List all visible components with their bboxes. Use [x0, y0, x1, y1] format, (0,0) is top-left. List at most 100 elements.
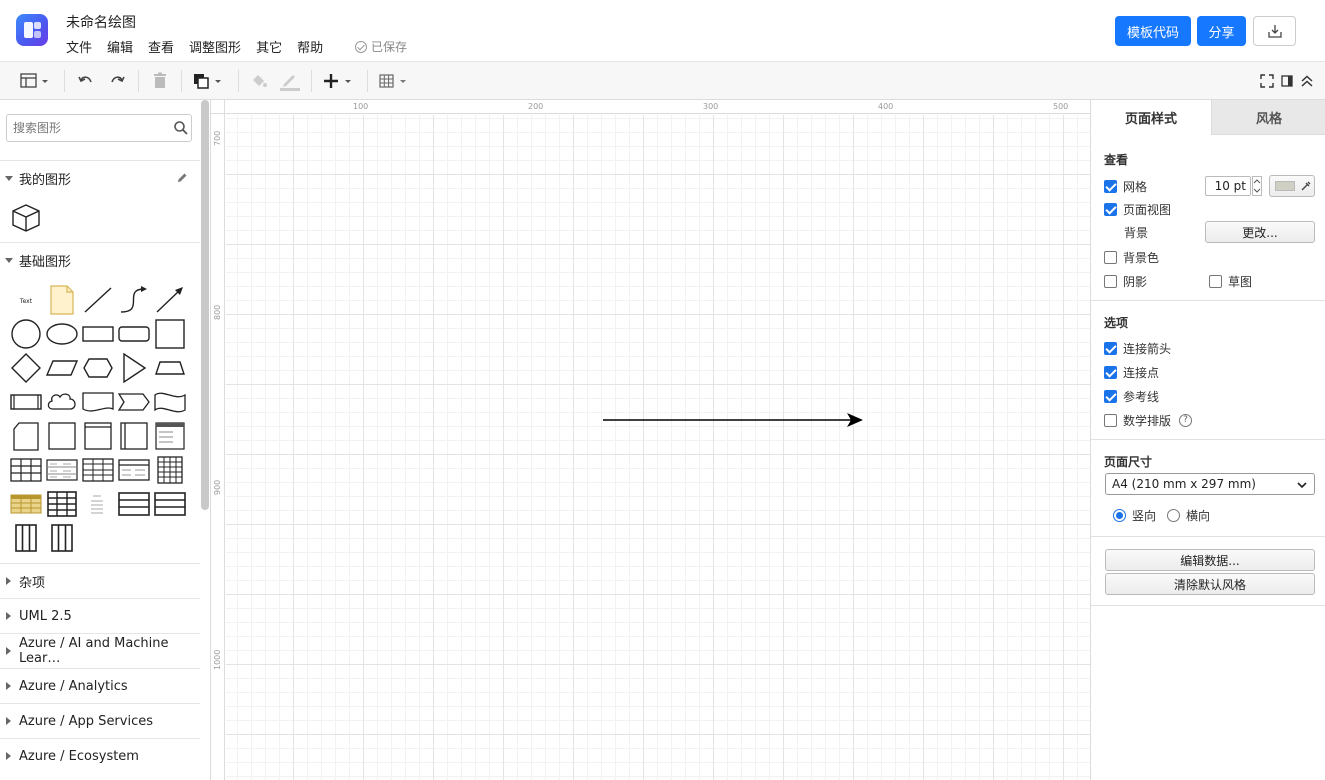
section-azure-analytics[interactable]: Azure / Analytics	[0, 668, 200, 703]
arrow-connector[interactable]	[601, 410, 865, 430]
custom-shape-cube[interactable]	[9, 202, 43, 234]
shape-ellipse[interactable]	[45, 318, 79, 350]
shape-diamond[interactable]	[9, 352, 43, 384]
section-basic-shapes[interactable]: 基础图形	[0, 242, 200, 277]
tab-page-style[interactable]: 页面样式	[1091, 100, 1211, 135]
search-input[interactable]	[7, 115, 167, 141]
shape-triangle[interactable]	[117, 352, 151, 384]
shape-list[interactable]	[153, 420, 187, 452]
menu-extras[interactable]: 其它	[256, 37, 282, 56]
collapse-header-button[interactable]	[1299, 71, 1315, 91]
insert-button[interactable]	[321, 71, 357, 91]
redo-button[interactable]	[107, 71, 127, 91]
shape-columns-table[interactable]	[9, 522, 43, 554]
connect-points-option[interactable]: 连接点	[1104, 364, 1159, 380]
sketch-option[interactable]: 草图	[1209, 273, 1252, 289]
shape-rows-table-2[interactable]	[153, 488, 187, 520]
line-color-button[interactable]	[278, 71, 302, 91]
shape-table-2[interactable]	[45, 454, 79, 486]
tab-style[interactable]: 风格	[1211, 100, 1325, 135]
grid-color-button[interactable]	[1269, 175, 1315, 197]
shape-trapezoid[interactable]	[153, 352, 187, 384]
diagram-canvas[interactable]: 100 200 300 400 500 700 800 900 1000	[211, 100, 1090, 780]
template-code-button[interactable]: 模板代码	[1115, 16, 1191, 46]
shape-table[interactable]	[9, 454, 43, 486]
landscape-option[interactable]: 横向	[1167, 507, 1210, 523]
edit-data-button[interactable]: 编辑数据...	[1105, 549, 1315, 571]
edit-pencil-icon[interactable]	[176, 172, 188, 184]
math-option[interactable]: 数学排版 ?	[1104, 412, 1193, 428]
shape-process[interactable]	[9, 386, 43, 418]
shape-grid-table[interactable]	[81, 454, 115, 486]
shape-text-list[interactable]	[81, 488, 115, 520]
shape-card[interactable]	[9, 420, 43, 452]
shape-parallelogram[interactable]	[45, 352, 79, 384]
shadow-checkbox[interactable]	[1104, 274, 1117, 288]
shape-document[interactable]	[81, 386, 115, 418]
section-azure-ai[interactable]: Azure / AI and Machine Lear…	[0, 633, 200, 668]
shape-curve[interactable]	[117, 284, 151, 316]
to-front-button[interactable]	[191, 71, 227, 91]
menu-help[interactable]: 帮助	[297, 37, 323, 56]
portrait-radio[interactable]	[1113, 508, 1126, 522]
fullscreen-button[interactable]	[1259, 71, 1275, 91]
section-misc[interactable]: 杂项	[0, 563, 200, 598]
section-azure-ecosystem[interactable]: Azure / Ecosystem	[0, 738, 200, 773]
help-icon[interactable]: ?	[1179, 413, 1193, 427]
sketch-checkbox[interactable]	[1209, 274, 1222, 288]
menu-edit[interactable]: 编辑	[107, 37, 133, 56]
shape-arrow-line[interactable]	[153, 284, 187, 316]
format-panel-toggle[interactable]	[1279, 71, 1295, 91]
connect-arrows-checkbox[interactable]	[1104, 341, 1117, 355]
shape-bold-table[interactable]	[45, 488, 79, 520]
table-button[interactable]	[377, 71, 411, 91]
portrait-option[interactable]: 竖向	[1113, 507, 1156, 523]
shape-window-table[interactable]	[117, 454, 151, 486]
connect-points-checkbox[interactable]	[1104, 365, 1117, 379]
delete-button[interactable]	[150, 71, 170, 91]
clear-default-style-button[interactable]: 清除默认风格	[1105, 573, 1315, 595]
shape-gold-table[interactable]	[9, 488, 43, 520]
menu-view[interactable]: 查看	[148, 37, 174, 56]
shape-rows-table[interactable]	[117, 488, 151, 520]
ruler-vertical[interactable]: 700 800 900 1000	[211, 114, 225, 780]
canvas-grid[interactable]	[226, 115, 1090, 780]
section-my-shapes[interactable]: 我的图形	[0, 160, 200, 195]
fill-color-button[interactable]	[249, 71, 269, 91]
shape-rounded-rectangle[interactable]	[117, 318, 151, 350]
change-background-button[interactable]: 更改...	[1205, 221, 1315, 243]
page-size-select[interactable]: A4 (210 mm x 297 mm)	[1105, 473, 1315, 495]
bg-color-checkbox[interactable]	[1104, 250, 1117, 264]
shape-columns-table-2[interactable]	[45, 522, 79, 554]
shadow-option[interactable]: 阴影	[1104, 273, 1147, 289]
page-view-option[interactable]: 页面视图	[1104, 201, 1171, 217]
page-view-checkbox[interactable]	[1104, 202, 1117, 216]
landscape-radio[interactable]	[1167, 508, 1180, 522]
shape-step[interactable]	[117, 386, 151, 418]
shape-text[interactable]: Text	[9, 284, 43, 316]
shape-circle[interactable]	[9, 318, 43, 350]
share-button[interactable]: 分享	[1197, 16, 1246, 46]
menu-arrange[interactable]: 调整图形	[189, 37, 241, 56]
grid-checkbox[interactable]	[1104, 179, 1117, 193]
download-button[interactable]	[1253, 16, 1296, 46]
shape-square[interactable]	[153, 318, 187, 350]
spinner-arrows-icon[interactable]	[1252, 176, 1262, 196]
connect-arrows-option[interactable]: 连接箭头	[1104, 340, 1171, 356]
bg-color-option[interactable]: 背景色	[1104, 249, 1159, 265]
undo-button[interactable]	[76, 71, 96, 91]
section-azure-app-services[interactable]: Azure / App Services	[0, 703, 200, 738]
shape-dense-table[interactable]	[153, 454, 187, 486]
section-uml[interactable]: UML 2.5	[0, 598, 200, 633]
menu-file[interactable]: 文件	[66, 37, 92, 56]
grid-size-input[interactable]: 10 pt	[1205, 176, 1251, 196]
shape-cloud[interactable]	[45, 386, 79, 418]
shape-swimlane[interactable]	[81, 420, 115, 452]
ruler-horizontal[interactable]: 100 200 300 400 500	[225, 100, 1090, 114]
layout-panels-button[interactable]	[18, 71, 52, 91]
shape-hexagon[interactable]	[81, 352, 115, 384]
shape-rectangle[interactable]	[81, 318, 115, 350]
shape-vertical-lane[interactable]	[117, 420, 151, 452]
sidebar-scrollbar[interactable]	[201, 100, 209, 510]
document-title[interactable]: 未命名绘图	[66, 12, 136, 32]
